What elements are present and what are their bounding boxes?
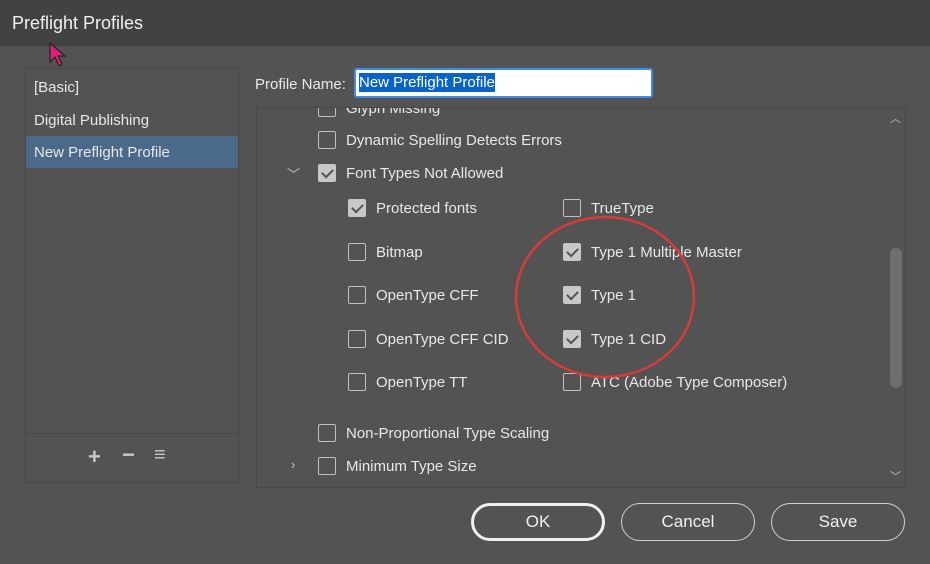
font-option[interactable]: OpenType CFF CID: [348, 330, 509, 348]
rule-glyph-missing[interactable]: Glyph Missing: [318, 107, 441, 117]
option-label: TrueType: [591, 199, 654, 217]
scroll-down-icon[interactable]: ﹀: [890, 468, 901, 484]
rule-font-types[interactable]: Font Types Not Allowed: [318, 164, 503, 182]
font-option[interactable]: Type 1 Multiple Master: [563, 243, 742, 261]
option-label: Type 1: [591, 286, 637, 304]
checkbox[interactable]: [318, 164, 336, 182]
checkbox[interactable]: [348, 286, 366, 304]
font-option[interactable]: ATC (Adobe Type Composer): [563, 373, 787, 391]
option-label: Bitmap: [376, 243, 423, 261]
checkbox[interactable]: [348, 199, 366, 217]
font-option[interactable]: Protected fonts: [348, 199, 477, 217]
cancel-button[interactable]: Cancel: [621, 503, 755, 541]
rule-label: Font Types Not Allowed: [346, 164, 504, 182]
mouse-cursor-icon: [49, 42, 67, 67]
rule-non-proportional[interactable]: Non-Proportional Type Scaling: [318, 424, 549, 442]
profile-item-new-preflight-profile[interactable]: New Preflight Profile: [26, 136, 238, 168]
option-label: OpenType CFF: [376, 286, 479, 304]
option-label: Protected fonts: [376, 199, 477, 217]
checkbox[interactable]: [318, 424, 336, 442]
checkbox[interactable]: [563, 199, 581, 217]
option-label: OpenType CFF CID: [376, 330, 509, 348]
checkbox[interactable]: [318, 131, 336, 149]
rule-minimum-type-size[interactable]: Minimum Type Size: [318, 457, 477, 475]
scrollbar-thumb[interactable]: [890, 248, 902, 388]
scroll-up-icon[interactable]: ︿: [890, 110, 901, 126]
font-option[interactable]: Type 1 CID: [563, 330, 666, 348]
rule-label: Glyph Missing: [346, 107, 441, 117]
font-option[interactable]: Bitmap: [348, 243, 423, 261]
profile-name-label: Profile Name:: [255, 76, 346, 93]
font-option[interactable]: Type 1: [563, 286, 636, 304]
chevron-right-icon[interactable]: ›: [291, 457, 295, 472]
ok-button[interactable]: OK: [471, 503, 605, 541]
profile-name-input[interactable]: New Preflight Profile: [354, 68, 653, 98]
font-option[interactable]: OpenType CFF: [348, 286, 479, 304]
option-label: ATC (Adobe Type Composer): [591, 373, 788, 391]
checkbox[interactable]: [348, 330, 366, 348]
rule-label: Dynamic Spelling Detects Errors: [346, 131, 562, 149]
scrollbar[interactable]: ︿ ﹀: [887, 108, 905, 487]
checkbox[interactable]: [318, 457, 336, 475]
checkbox[interactable]: [563, 373, 581, 391]
save-button[interactable]: Save: [771, 503, 905, 541]
option-label: OpenType TT: [376, 373, 468, 391]
menu-icon[interactable]: ≡: [154, 444, 166, 467]
profile-list-footer: + − ≡: [26, 433, 238, 483]
font-option[interactable]: TrueType: [563, 199, 654, 217]
plus-icon[interactable]: +: [88, 444, 101, 470]
window-title: Preflight Profiles: [12, 13, 144, 33]
rules-panel: Glyph Missing Dynamic Spelling Detects E…: [256, 107, 906, 488]
font-option[interactable]: OpenType TT: [348, 373, 467, 391]
checkbox[interactable]: [348, 373, 366, 391]
checkbox[interactable]: [563, 286, 581, 304]
profile-list: [Basic] Digital Publishing New Preflight…: [25, 68, 239, 483]
title-bar: Preflight Profiles: [0, 0, 930, 46]
rule-spelling[interactable]: Dynamic Spelling Detects Errors: [318, 131, 562, 149]
option-label: Type 1 Multiple Master: [591, 243, 742, 261]
checkbox[interactable]: [318, 108, 336, 117]
checkbox[interactable]: [563, 330, 581, 348]
profile-name-value: New Preflight Profile: [359, 73, 495, 92]
chevron-down-icon[interactable]: ﹀: [287, 164, 300, 183]
profile-item-digital-publishing[interactable]: Digital Publishing: [26, 104, 238, 136]
checkbox[interactable]: [348, 243, 366, 261]
profile-item-basic[interactable]: [Basic]: [26, 71, 238, 103]
minus-icon[interactable]: −: [122, 442, 135, 468]
rule-label: Minimum Type Size: [346, 457, 477, 475]
rule-label: Non-Proportional Type Scaling: [346, 424, 550, 442]
checkbox[interactable]: [563, 243, 581, 261]
option-label: Type 1 CID: [591, 330, 667, 348]
